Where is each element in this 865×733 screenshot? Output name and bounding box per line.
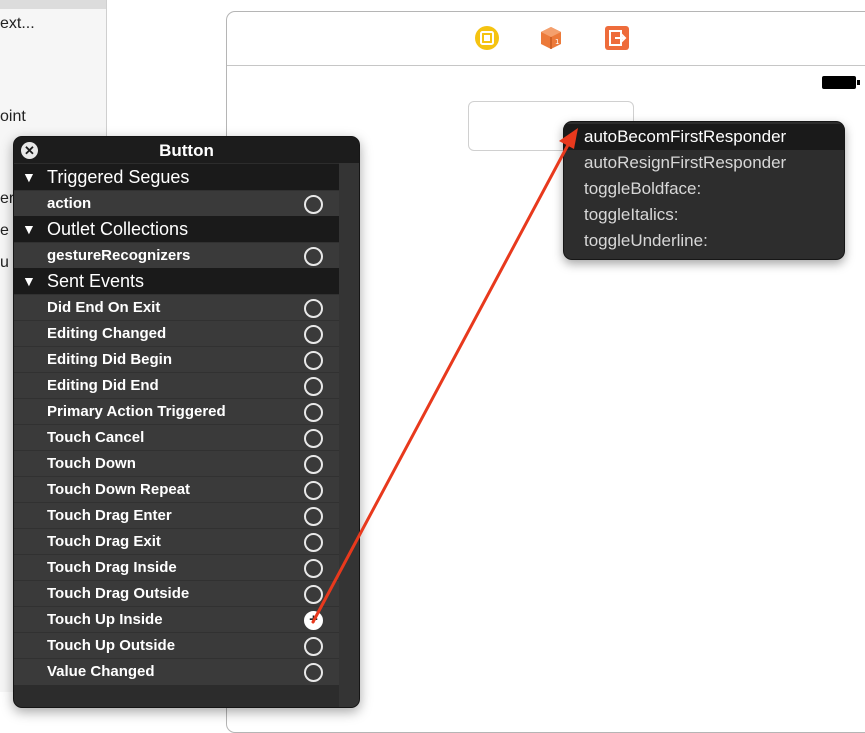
connection-circle-icon[interactable]	[304, 377, 323, 396]
popup-menu-item[interactable]: toggleItalics:	[564, 202, 844, 228]
popup-menu-item[interactable]: toggleUnderline:	[564, 228, 844, 254]
connection-circle-icon[interactable]	[304, 403, 323, 422]
connection-label: Touch Up Outside	[47, 637, 176, 654]
section-header[interactable]: ▼ Triggered Segues	[14, 164, 339, 190]
disclosure-triangle-icon[interactable]: ▼	[22, 216, 36, 243]
connection-row[interactable]: Editing Did Begin	[14, 346, 339, 373]
connection-row[interactable]: Editing Changed	[14, 320, 339, 347]
connection-label: Touch Cancel	[47, 429, 145, 446]
popup-menu-item[interactable]: toggleBoldface:	[564, 176, 844, 202]
disclosure-triangle-icon[interactable]: ▼	[22, 164, 36, 191]
section-header[interactable]: ▼ Sent Events	[14, 268, 339, 294]
connection-circle-icon[interactable]	[304, 455, 323, 474]
connection-circle-icon[interactable]	[304, 351, 323, 370]
connections-hud: Button ✕ ▼ Triggered Segues action ▼ Outlet …	[13, 136, 360, 708]
first-responder-icon[interactable]: 1	[538, 25, 564, 51]
connection-label: gestureRecognizers	[47, 247, 191, 264]
connection-circle-icon[interactable]	[304, 610, 323, 630]
outline-item-label[interactable]: ext...	[0, 15, 35, 33]
section-title: Sent Events	[47, 271, 145, 291]
connection-row[interactable]: Touch Drag Exit	[14, 528, 339, 555]
connection-label: Touch Drag Enter	[47, 507, 172, 524]
section-title: Outlet Collections	[47, 219, 189, 239]
connection-circle-icon[interactable]	[304, 247, 323, 266]
outline-item-label[interactable]: u	[0, 254, 9, 272]
connection-circle-icon[interactable]	[304, 585, 323, 604]
connection-row[interactable]: Touch Cancel	[14, 424, 339, 451]
connection-label: Did End On Exit	[47, 299, 161, 316]
popup-menu-item[interactable]: autoResignFirstResponder	[564, 150, 844, 176]
connection-label: Editing Changed	[47, 325, 167, 342]
connection-circle-icon[interactable]	[304, 481, 323, 500]
outline-selected-row[interactable]	[0, 0, 106, 9]
hud-scrollbar[interactable]	[339, 163, 359, 707]
outline-item-label[interactable]: e	[0, 222, 9, 240]
exit-icon[interactable]	[604, 25, 630, 51]
close-icon[interactable]: ✕	[21, 142, 38, 159]
connection-row[interactable]: Primary Action Triggered	[14, 398, 339, 425]
connection-circle-icon[interactable]	[304, 559, 323, 578]
connection-label: Touch Down	[47, 455, 136, 472]
scene-dock: 1	[227, 12, 865, 66]
connection-label: Touch Up Inside	[47, 611, 163, 628]
connection-circle-icon[interactable]	[304, 637, 323, 656]
hud-title: Button	[14, 137, 359, 163]
connection-circle-icon[interactable]	[304, 663, 323, 682]
action-popup-menu: autoBecomFirstResponder autoResignFirstRe…	[563, 121, 845, 260]
connection-row[interactable]: Touch Down	[14, 450, 339, 477]
section-title: Triggered Segues	[47, 167, 190, 187]
connection-label: Editing Did End	[47, 377, 159, 394]
connection-label: Touch Down Repeat	[47, 481, 191, 498]
connection-row[interactable]: Editing Did End	[14, 372, 339, 399]
connection-row[interactable]: gestureRecognizers	[14, 242, 339, 269]
outline-item-label[interactable]: oint	[0, 108, 26, 126]
connection-row[interactable]: Touch Up Inside	[14, 606, 339, 633]
battery-icon	[822, 76, 860, 89]
connection-row[interactable]: Did End On Exit	[14, 294, 339, 321]
connection-circle-icon[interactable]	[304, 325, 323, 344]
connection-circle-icon[interactable]	[304, 429, 323, 448]
connection-circle-icon[interactable]	[304, 195, 323, 214]
connection-label: Touch Drag Outside	[47, 585, 190, 602]
connection-circle-icon[interactable]	[304, 507, 323, 526]
connection-circle-icon[interactable]	[304, 299, 323, 318]
connection-row[interactable]: Touch Drag Enter	[14, 502, 339, 529]
disclosure-triangle-icon[interactable]: ▼	[22, 268, 36, 295]
svg-text:1: 1	[555, 38, 559, 46]
connection-row[interactable]: action	[14, 190, 339, 217]
connection-label: Editing Did Begin	[47, 351, 172, 368]
connection-label: Touch Drag Inside	[47, 559, 177, 576]
view-controller-icon[interactable]	[474, 25, 500, 51]
connection-row[interactable]: Touch Down Repeat	[14, 476, 339, 503]
connection-label: Touch Drag Exit	[47, 533, 161, 550]
connection-row[interactable]: Touch Drag Outside	[14, 580, 339, 607]
connection-label: Value Changed	[47, 663, 155, 680]
connection-circle-icon[interactable]	[304, 533, 323, 552]
connection-row[interactable]: Touch Drag Inside	[14, 554, 339, 581]
connection-row[interactable]: Value Changed	[14, 658, 339, 685]
popup-menu-item[interactable]: autoBecomFirstResponder	[564, 124, 844, 150]
section-header[interactable]: ▼ Outlet Collections	[14, 216, 339, 242]
connection-row[interactable]: Touch Up Outside	[14, 632, 339, 659]
connection-label: Primary Action Triggered	[47, 403, 226, 420]
connection-label: action	[47, 195, 92, 212]
